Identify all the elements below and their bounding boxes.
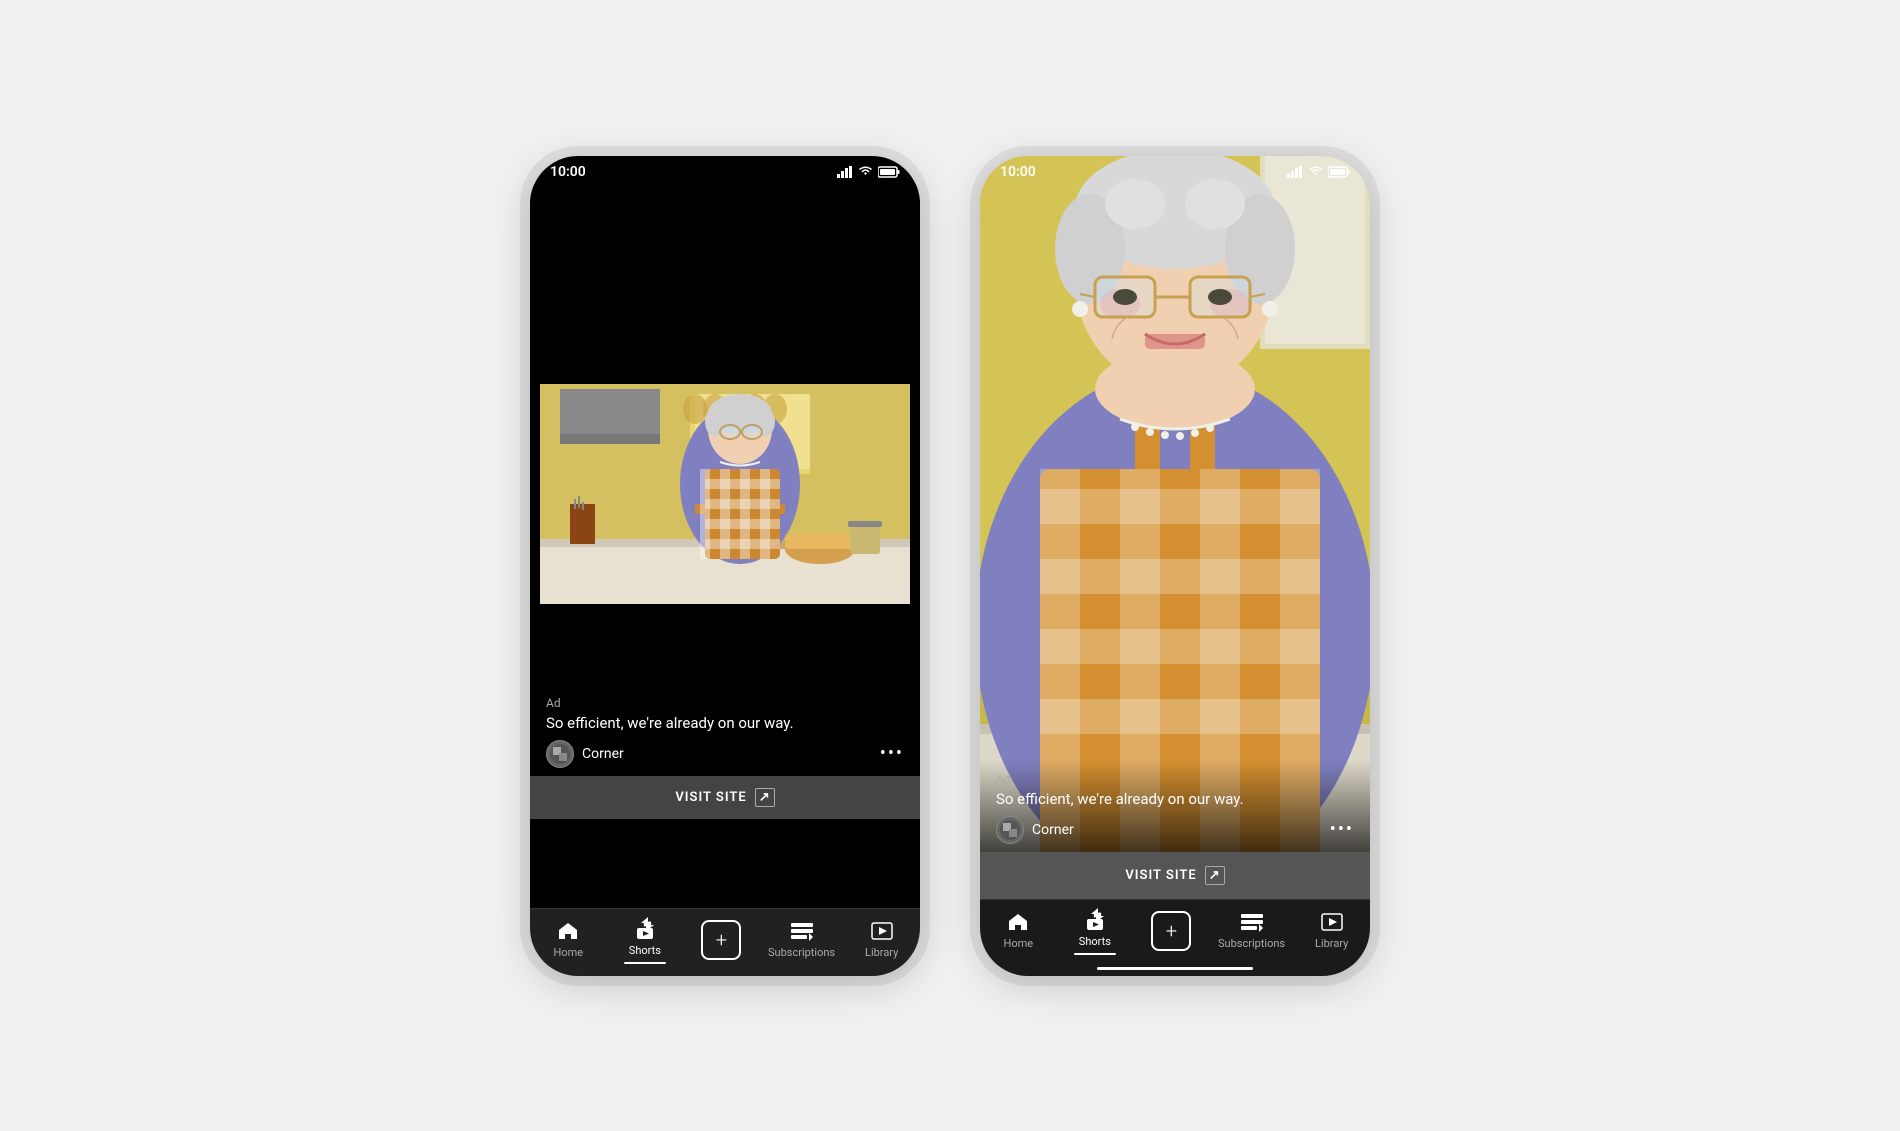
nav-library-phone1[interactable]: Library (852, 921, 912, 959)
add-symbol-phone2: + (1166, 919, 1177, 943)
channel-info-phone2: Corner (996, 816, 1074, 844)
battery-icon-phone1 (878, 166, 900, 178)
add-symbol-phone1: + (716, 928, 727, 952)
video-full-phone2: Ad So efficient, we're already on our wa… (980, 156, 1370, 852)
status-bar-phone2: 10:00 (980, 156, 1370, 184)
wifi-icon-phone2 (1308, 166, 1323, 177)
signal-icon-phone2 (1287, 166, 1303, 178)
status-icons-phone2 (1287, 166, 1350, 178)
visit-site-label-phone2: VISIT SITE (1125, 868, 1196, 883)
nav-home-phone2[interactable]: Home (988, 912, 1048, 950)
visit-site-btn-phone2[interactable]: VISIT SITE ↗ (980, 852, 1370, 899)
channel-name-phone1: Corner (582, 746, 624, 762)
bottom-nav-phone2: Home Shorts + (980, 899, 1370, 967)
nav-home-label-phone1: Home (553, 946, 583, 959)
wifi-icon-phone1 (858, 166, 873, 177)
subscriptions-icon-phone1 (791, 921, 813, 944)
home-icon-phone2 (1007, 912, 1029, 935)
black-bottom-area (530, 604, 920, 684)
nav-shorts-label-phone2: Shorts (1079, 935, 1111, 948)
shorts-underline-phone1 (624, 962, 666, 964)
nav-library-phone2[interactable]: Library (1302, 912, 1362, 950)
phone2-wrapper: 10:00 (980, 156, 1370, 976)
channel-info-phone1: Corner (546, 740, 624, 768)
nav-subscriptions-phone2[interactable]: Subscriptions (1218, 912, 1285, 950)
channel-avatar-phone1 (546, 740, 574, 768)
shorts-icon-phone1 (634, 917, 656, 942)
phone1-wrapper: 10:00 (530, 156, 920, 976)
nav-subscriptions-phone1[interactable]: Subscriptions (768, 921, 835, 959)
nav-subscriptions-label-phone2: Subscriptions (1218, 937, 1285, 950)
scroll-indicator-phone2 (980, 967, 1370, 976)
ad-headline-phone1: So efficient, we're already on our way. (546, 714, 904, 732)
nav-add-phone2[interactable]: + (1141, 911, 1201, 951)
phone1-frame: 10:00 (530, 156, 920, 976)
nav-library-label-phone2: Library (1315, 937, 1348, 950)
ad-overlay-phone2: Ad So efficient, we're already on our wa… (980, 760, 1370, 852)
black-top-area (530, 184, 920, 384)
nav-shorts-label-phone1: Shorts (629, 944, 661, 957)
add-icon-phone1[interactable]: + (701, 920, 741, 960)
library-icon-phone2 (1321, 912, 1343, 935)
subscriptions-icon-phone2 (1241, 912, 1263, 935)
visit-site-btn-phone1[interactable]: VISIT SITE ↗ (530, 776, 920, 819)
bottom-nav-phone1: Home Shorts + (530, 908, 920, 976)
external-link-icon-phone1: ↗ (755, 788, 775, 807)
phone2-frame: 10:00 (980, 156, 1370, 976)
nav-home-phone1[interactable]: Home (538, 921, 598, 959)
ad-headline-phone2: So efficient, we're already on our way. (996, 790, 1354, 808)
shorts-icon-phone2 (1084, 908, 1106, 933)
add-icon-phone2[interactable]: + (1151, 911, 1191, 951)
battery-icon-phone2 (1328, 166, 1350, 178)
ad-info-phone1: Ad So efficient, we're already on our wa… (530, 684, 920, 776)
ad-label-phone1: Ad (546, 696, 904, 710)
ad-channel-row-phone1: Corner ••• (546, 740, 904, 768)
more-options-phone1[interactable]: ••• (880, 743, 904, 764)
visit-site-label-phone1: VISIT SITE (675, 790, 746, 805)
kitchen-scene-svg-phone1 (530, 384, 920, 604)
shorts-underline-phone2 (1074, 953, 1116, 955)
more-options-phone2[interactable]: ••• (1330, 819, 1354, 840)
phone2-content: Ad So efficient, we're already on our wa… (980, 156, 1370, 976)
external-link-icon-phone2: ↗ (1205, 866, 1225, 885)
nav-shorts-phone1[interactable]: Shorts (615, 917, 675, 964)
nav-add-phone1[interactable]: + (691, 920, 751, 960)
status-icons-phone1 (837, 166, 900, 178)
time-phone1: 10:00 (550, 164, 586, 180)
scroll-thumb-phone2 (1097, 967, 1253, 970)
ad-label-phone2: Ad (996, 772, 1354, 786)
channel-name-phone2: Corner (1032, 822, 1074, 838)
status-bar-phone1: 10:00 (530, 156, 920, 184)
time-phone2: 10:00 (1000, 164, 1036, 180)
full-video-svg-phone2 (980, 156, 1370, 852)
nav-subscriptions-label-phone1: Subscriptions (768, 946, 835, 959)
nav-home-label-phone2: Home (1003, 937, 1033, 950)
video-thumbnail-phone1 (530, 384, 920, 604)
screen-content-phone1: Ad So efficient, we're already on our wa… (530, 184, 920, 908)
nav-library-label-phone1: Library (865, 946, 898, 959)
signal-icon-phone1 (837, 166, 853, 178)
home-icon-phone1 (557, 921, 579, 944)
channel-avatar-phone2 (996, 816, 1024, 844)
library-icon-phone1 (871, 921, 893, 944)
ad-channel-row-phone2: Corner ••• (996, 816, 1354, 844)
nav-shorts-phone2[interactable]: Shorts (1065, 908, 1125, 955)
